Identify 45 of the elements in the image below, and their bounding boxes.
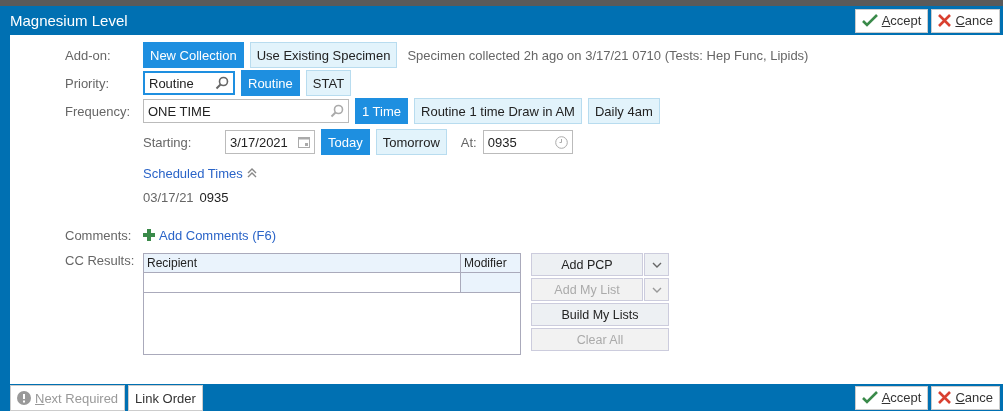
field-label: Add-on:: [65, 47, 112, 63]
field-label: Comments:: [65, 227, 133, 243]
column-header[interactable]: Modifier: [460, 254, 520, 273]
field-label: Starting:: [143, 134, 193, 150]
accept-button[interactable]: Accept: [854, 8, 929, 33]
date-field[interactable]: 3/17/2021: [225, 130, 315, 154]
window-title: Magnesium Level: [9, 12, 129, 29]
search-icon[interactable]: [215, 76, 229, 90]
close-icon: [938, 14, 952, 27]
dropdown-button[interactable]: [644, 253, 669, 276]
cancel-button[interactable]: Cance: [931, 385, 1000, 410]
checkmark-icon: [861, 391, 878, 404]
cc-button[interactable]: Add PCP: [531, 253, 643, 276]
option-button[interactable]: Routine 1 time Draw in AM: [414, 98, 582, 124]
cc-button[interactable]: Build My Lists: [531, 303, 669, 326]
option-button[interactable]: Tomorrow: [375, 129, 447, 155]
plus-icon: [143, 229, 155, 241]
scheduled-time: 0935: [199, 189, 229, 205]
option-button[interactable]: Use Existing Specimen: [249, 42, 398, 68]
accept-button[interactable]: Accept: [854, 385, 929, 410]
caret-icon: [651, 261, 662, 268]
field-label: Priority:: [65, 75, 111, 91]
link-order-button[interactable]: Link Order: [128, 385, 203, 411]
column-header[interactable]: Recipient: [144, 254, 460, 273]
chevron-up-icon: [246, 168, 257, 178]
scheduled-times-link[interactable]: Scheduled Times: [143, 165, 257, 181]
scheduled-date: 03/17/21: [143, 189, 194, 205]
add-comments-link[interactable]: Add Comments (F6): [143, 227, 277, 243]
field-label: At:: [460, 134, 477, 150]
field-label: CC Results:: [65, 253, 136, 268]
specimen-note: Specimen collected 2h ago on 3/17/21 0710 (Tests: Hep Func, Lipids): [407, 47, 809, 63]
time-field[interactable]: 0935: [482, 130, 573, 154]
exclamation-icon: [17, 391, 31, 405]
caret-icon: [651, 286, 662, 293]
clock-icon[interactable]: [554, 135, 568, 149]
cancel-button[interactable]: Cance: [931, 8, 1000, 33]
priority-field[interactable]: Routine: [143, 71, 235, 95]
frequency-field[interactable]: ONE TIME: [143, 99, 349, 123]
calendar-icon[interactable]: [298, 136, 310, 148]
option-button[interactable]: Daily 4am: [587, 98, 660, 124]
field-label: Frequency:: [65, 103, 132, 119]
table-cell[interactable]: [460, 273, 520, 293]
checkmark-icon: [861, 14, 878, 27]
option-button[interactable]: STAT: [305, 70, 352, 96]
close-icon: [938, 391, 952, 404]
